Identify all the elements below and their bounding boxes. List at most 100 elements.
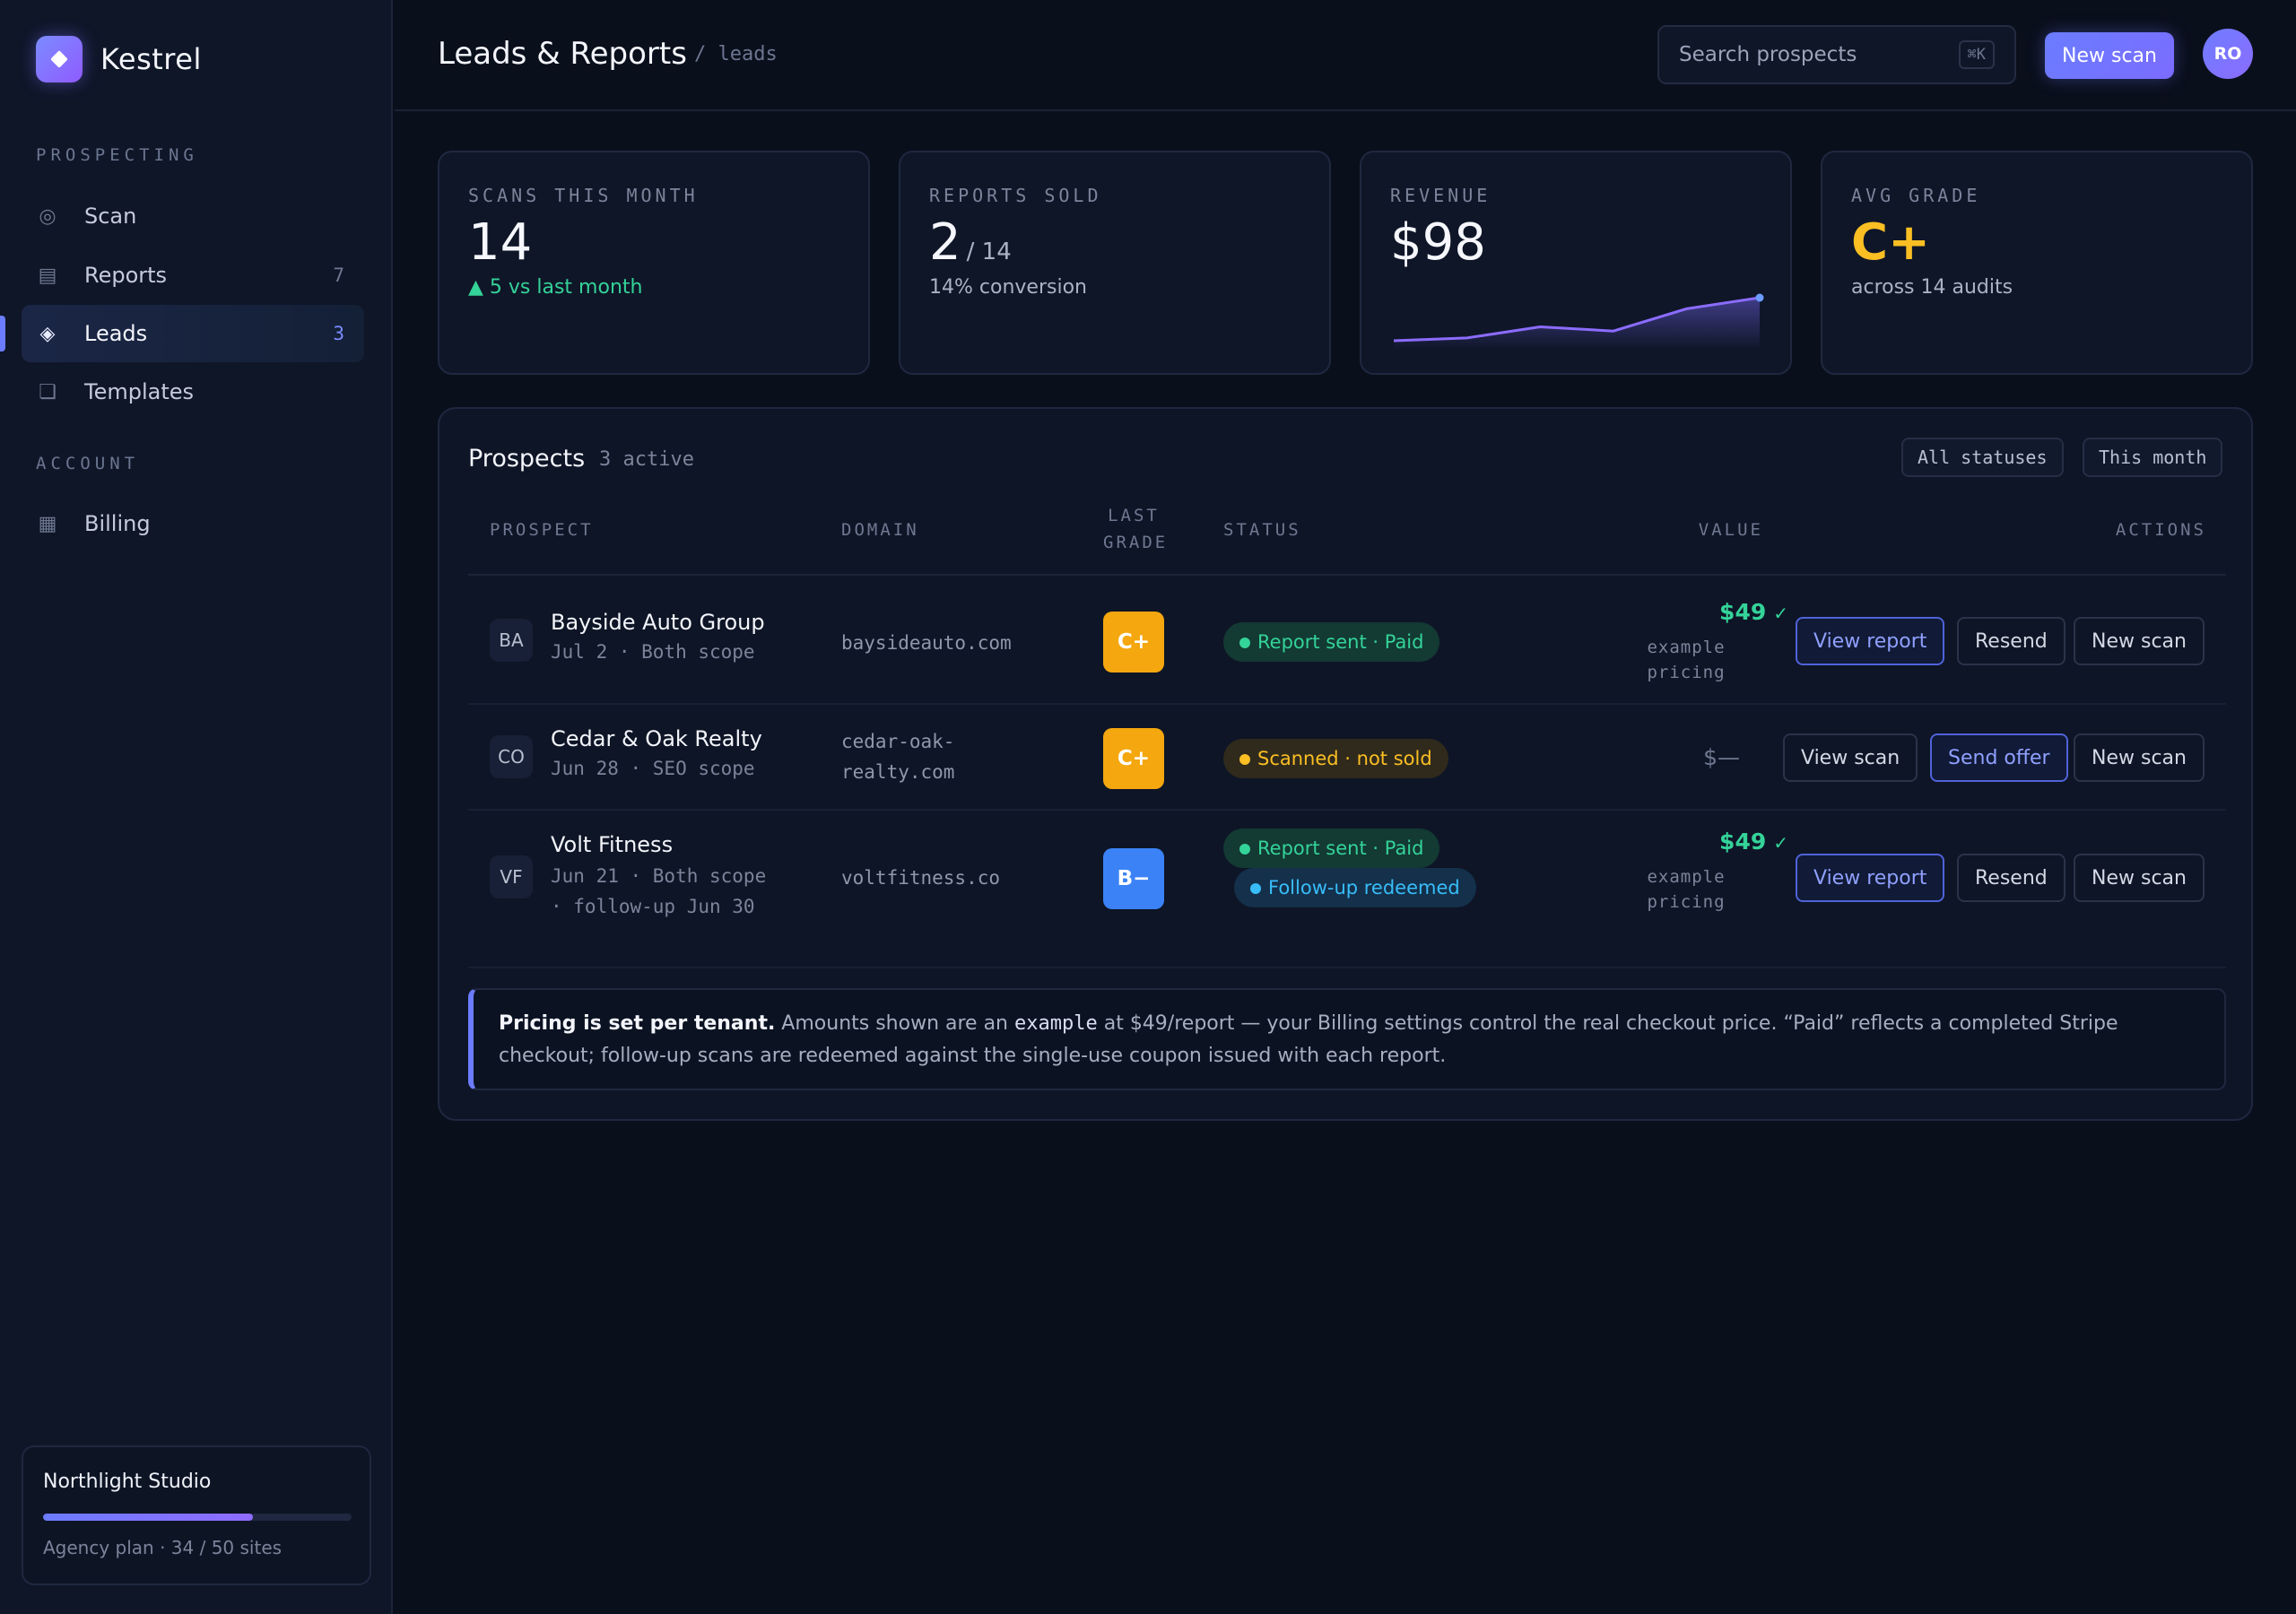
grade-badge: B− bbox=[1103, 848, 1164, 909]
keyboard-shortcut-badge: ⌘K bbox=[1958, 40, 1995, 69]
search-box[interactable]: ⌘K bbox=[1657, 25, 2016, 84]
prospect-initials: VF bbox=[490, 855, 533, 898]
stat-card-scans: SCANS THIS MONTH 14 ▲ 5 vs last month bbox=[438, 151, 870, 375]
column-header-last-grade: LAST GRADE bbox=[1103, 502, 1169, 556]
prospect-domain: voltfitness.co bbox=[841, 867, 1001, 889]
active-indicator bbox=[0, 316, 5, 351]
sidebar: Kestrel PROSPECTING ◎ Scan ▤ Reports 7 ◈… bbox=[0, 0, 393, 1614]
value-empty: $— bbox=[1703, 744, 1740, 770]
workspace-name: Northlight Studio bbox=[43, 1471, 212, 1493]
domain-line: cedar-oak- bbox=[841, 731, 955, 752]
view-report-button[interactable]: View report bbox=[1796, 617, 1945, 665]
stat-label: AVG GRADE bbox=[1851, 185, 1981, 206]
stat-note: across 14 audits bbox=[1851, 276, 2013, 299]
prospect-domain: cedar-oak- realty.com bbox=[841, 726, 1021, 787]
brand[interactable]: Kestrel bbox=[36, 36, 202, 82]
sidebar-item-scan[interactable]: ◎ Scan bbox=[22, 187, 364, 245]
grade-badge: C+ bbox=[1103, 612, 1164, 672]
value-note: example pricing bbox=[1632, 635, 1740, 685]
stat-label: REPORTS SOLD bbox=[929, 185, 1102, 206]
value-text: $49 bbox=[1719, 599, 1767, 625]
status-badge: Report sent · Paid bbox=[1223, 622, 1440, 662]
prospect-initials: CO bbox=[490, 735, 533, 778]
new-scan-button[interactable]: New scan bbox=[2045, 32, 2174, 79]
brand-name: Kestrel bbox=[100, 42, 202, 76]
stat-value-wrap: 2/ 14 bbox=[929, 213, 1012, 272]
new-scan-row-button[interactable]: New scan bbox=[2074, 733, 2205, 782]
resend-button[interactable]: Resend bbox=[1957, 854, 2066, 902]
sidebar-item-label: Reports bbox=[84, 263, 168, 288]
sidebar-item-count: 7 bbox=[333, 265, 344, 286]
sidebar-item-reports[interactable]: ▤ Reports 7 bbox=[22, 247, 364, 304]
diamond-icon: ◈ bbox=[39, 322, 56, 345]
stat-value: 2 bbox=[929, 213, 961, 272]
workspace-card[interactable]: Northlight Studio Agency plan · 34 / 50 … bbox=[22, 1445, 371, 1585]
target-icon: ◎ bbox=[39, 204, 57, 228]
domain-line: realty.com bbox=[841, 761, 955, 783]
value-note-line: pricing bbox=[1647, 663, 1726, 682]
column-header-actions: ACTIONS bbox=[2115, 520, 2206, 540]
grade-badge: C+ bbox=[1103, 728, 1164, 789]
send-offer-button[interactable]: Send offer bbox=[1930, 733, 2068, 782]
new-scan-row-button[interactable]: New scan bbox=[2074, 854, 2205, 902]
sidebar-item-label: Templates bbox=[84, 379, 195, 404]
stat-card-avg-grade: AVG GRADE C+ across 14 audits bbox=[1821, 151, 2253, 375]
value-note-line: example bbox=[1647, 867, 1726, 887]
followup-badge: Follow-up redeemed bbox=[1234, 868, 1476, 907]
value-note-line: example bbox=[1647, 638, 1726, 657]
prospect-name[interactable]: Volt Fitness bbox=[551, 832, 673, 857]
sidebar-item-billing[interactable]: ▦ Billing bbox=[22, 495, 364, 552]
status-badge: Scanned · not sold bbox=[1223, 739, 1448, 778]
notice-text: Amounts shown are an bbox=[775, 1012, 1014, 1035]
breadcrumb[interactable]: / leads bbox=[694, 43, 778, 65]
stat-card-revenue: REVENUE $98 bbox=[1360, 151, 1792, 375]
section-label-prospecting: PROSPECTING bbox=[36, 145, 198, 165]
sidebar-item-count: 3 bbox=[333, 323, 344, 344]
column-header-prospect: PROSPECT bbox=[490, 520, 594, 540]
sidebar-item-label: Scan bbox=[84, 204, 137, 229]
table-row[interactable]: CO Cedar & Oak Realty Jun 28 · SEO scope… bbox=[439, 705, 2255, 809]
new-scan-row-button[interactable]: New scan bbox=[2074, 617, 2205, 665]
user-avatar[interactable]: RO bbox=[2203, 29, 2253, 79]
search-input[interactable] bbox=[1679, 43, 1939, 66]
table-row[interactable]: VF Volt Fitness Jun 21 · Both scope · fo… bbox=[439, 811, 2255, 956]
prospect-domain: baysideauto.com bbox=[841, 632, 1012, 654]
row-divider bbox=[468, 967, 2226, 968]
column-header-line: LAST bbox=[1108, 506, 1160, 525]
view-scan-button[interactable]: View scan bbox=[1783, 733, 1918, 782]
period-filter[interactable]: This month bbox=[2083, 438, 2223, 477]
stat-label: REVENUE bbox=[1390, 185, 1492, 206]
resend-button[interactable]: Resend bbox=[1957, 617, 2066, 665]
sparkline-end-point bbox=[1755, 293, 1764, 302]
stat-trend: ▲ 5 vs last month bbox=[468, 276, 643, 299]
sidebar-item-templates[interactable]: ❏ Templates bbox=[22, 363, 364, 421]
status-filter[interactable]: All statuses bbox=[1901, 438, 2064, 477]
column-header-line: GRADE bbox=[1103, 533, 1169, 552]
prospect-meta-line: · follow-up Jun 30 bbox=[551, 896, 755, 917]
status-badge: Report sent · Paid bbox=[1223, 829, 1440, 868]
value-amount: $49 ✓ bbox=[1719, 829, 1788, 855]
sidebar-item-leads[interactable]: ◈ Leads 3 bbox=[22, 305, 364, 362]
value-note-line: pricing bbox=[1647, 892, 1726, 912]
table-row[interactable]: BA Bayside Auto Group Jul 2 · Both scope… bbox=[439, 576, 2255, 705]
stat-suffix: / 14 bbox=[966, 239, 1012, 265]
prospect-meta: Jun 28 · SEO scope bbox=[551, 758, 755, 779]
panel-title: Prospects bbox=[468, 445, 586, 473]
prospect-name[interactable]: Cedar & Oak Realty bbox=[551, 726, 762, 751]
notice-bold: Pricing is set per tenant. bbox=[499, 1012, 776, 1035]
top-header: Leads & Reports / leads ⌘K New scan RO bbox=[395, 0, 2296, 111]
check-icon: ✓ bbox=[1773, 832, 1788, 854]
copy-icon: ❏ bbox=[39, 380, 57, 404]
stat-value: C+ bbox=[1851, 213, 1931, 272]
column-header-domain: DOMAIN bbox=[841, 520, 919, 540]
prospect-name[interactable]: Bayside Auto Group bbox=[551, 610, 765, 635]
document-icon: ▤ bbox=[38, 264, 57, 287]
credit-card-icon: ▦ bbox=[38, 512, 57, 535]
pricing-notice: Pricing is set per tenant. Amounts shown… bbox=[468, 988, 2226, 1090]
prospect-meta: Jul 2 · Both scope bbox=[551, 641, 755, 663]
view-report-button[interactable]: View report bbox=[1796, 854, 1945, 902]
stat-value: 14 bbox=[468, 213, 533, 272]
usage-progress-fill bbox=[43, 1514, 253, 1521]
prospect-initials: BA bbox=[490, 619, 533, 662]
section-label-account: ACCOUNT bbox=[36, 454, 140, 473]
